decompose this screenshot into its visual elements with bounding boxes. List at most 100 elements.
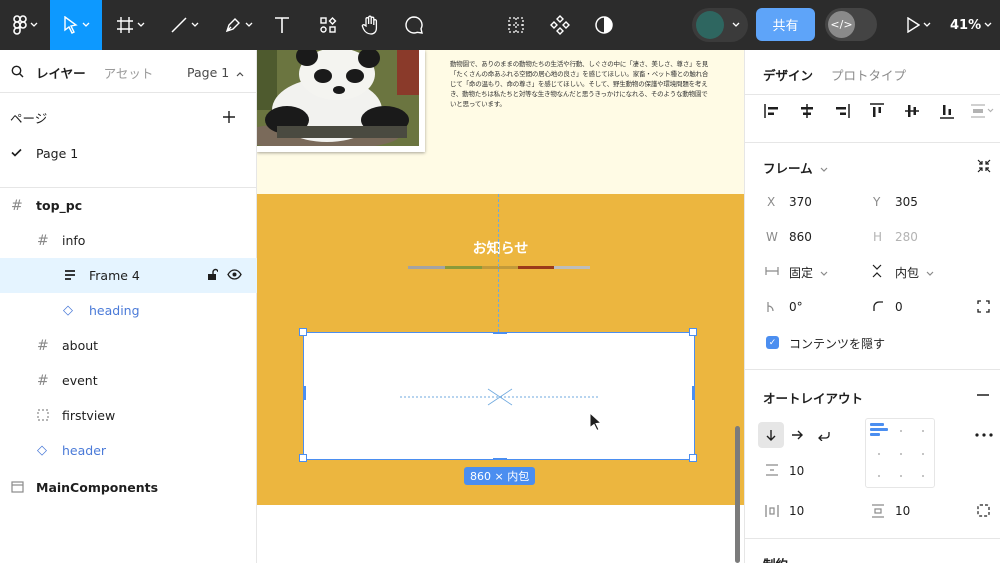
eye-icon[interactable] xyxy=(227,269,242,280)
width-input[interactable]: 860 xyxy=(789,230,812,244)
present-button[interactable] xyxy=(900,0,936,50)
avatar[interactable] xyxy=(696,11,724,39)
crop-frame-button[interactable] xyxy=(504,0,528,50)
divider xyxy=(0,92,257,93)
dev-mode-toggle[interactable]: </> xyxy=(825,8,877,41)
width-mode-select[interactable]: 固定 xyxy=(789,264,828,281)
align-left-icon[interactable] xyxy=(763,102,781,120)
layer-about[interactable]: # about xyxy=(0,328,257,363)
frame-section[interactable]: フレーム xyxy=(763,158,828,177)
align-center-h-icon[interactable] xyxy=(798,102,816,120)
share-button[interactable]: 共有 xyxy=(756,8,815,41)
align-top-icon[interactable] xyxy=(868,102,886,120)
main-menu-button[interactable] xyxy=(4,0,46,50)
canvas[interactable]: 動物園で、ありのままの動物たちの生活や行動、しぐさの中に「凄さ、美しさ、尊さ」を… xyxy=(257,50,744,563)
pages-header: ページ xyxy=(0,108,257,126)
align-bar xyxy=(870,423,884,426)
chevron-down-icon xyxy=(191,22,198,27)
height-mode-select[interactable]: 内包 xyxy=(895,264,934,281)
resize-edge-handle[interactable] xyxy=(493,458,507,460)
resize-edge-handle[interactable] xyxy=(304,386,306,400)
canvas-scrollbar[interactable] xyxy=(735,426,740,563)
grid-dot xyxy=(878,475,880,477)
grid-dot xyxy=(922,453,924,455)
grid-dot xyxy=(922,475,924,477)
chevron-down-icon xyxy=(923,22,930,27)
autolayout-guide xyxy=(400,388,600,406)
x-input[interactable]: 370 xyxy=(789,195,812,209)
mask-button[interactable] xyxy=(592,0,616,50)
chevron-down-icon xyxy=(820,167,828,172)
hand-tool-button[interactable] xyxy=(358,0,382,50)
align-center-v-icon[interactable] xyxy=(903,102,921,120)
distribute-icon[interactable] xyxy=(969,102,995,120)
resize-handle-bottom-left[interactable] xyxy=(299,454,307,462)
move-tool-button[interactable] xyxy=(50,0,102,50)
tab-assets[interactable]: アセット xyxy=(104,63,154,82)
y-input[interactable]: 305 xyxy=(895,195,918,209)
arrow-right-icon xyxy=(792,430,803,440)
align-bar xyxy=(870,433,880,436)
chevron-down-icon[interactable] xyxy=(732,22,740,28)
x-label: X xyxy=(767,195,776,209)
resize-handle-top-right[interactable] xyxy=(689,328,697,336)
wrap-icon xyxy=(817,431,830,441)
unlock-icon[interactable] xyxy=(207,268,218,281)
resources-button[interactable] xyxy=(316,0,340,50)
layer-label: firstview xyxy=(62,408,116,423)
layer-firstview[interactable]: firstview xyxy=(0,398,257,433)
align-bar xyxy=(870,428,888,431)
page-item-current[interactable]: Page 1 xyxy=(0,144,257,162)
independent-corners-icon[interactable] xyxy=(977,300,990,313)
height-input[interactable]: 280 xyxy=(895,230,918,244)
resize-handle-top-left[interactable] xyxy=(299,328,307,336)
frame-4-selection[interactable] xyxy=(303,332,695,460)
individual-padding-icon[interactable] xyxy=(977,504,990,517)
heading-underline-segment xyxy=(482,266,518,269)
direction-wrap-button[interactable] xyxy=(810,422,836,448)
tab-design[interactable]: デザイン xyxy=(763,68,813,83)
gap-input[interactable]: 10 xyxy=(789,464,804,478)
layer-top-pc[interactable]: # top_pc xyxy=(0,188,257,223)
layer-frame-4[interactable]: Frame 4 xyxy=(0,258,257,293)
resize-edge-handle[interactable] xyxy=(493,332,507,334)
layer-heading[interactable]: ◇ heading xyxy=(0,293,257,328)
resize-edge-handle[interactable] xyxy=(692,386,694,400)
component-button[interactable] xyxy=(548,0,572,50)
corner-radius-input[interactable]: 0 xyxy=(895,300,903,314)
tab-prototype[interactable]: プロトタイプ xyxy=(831,68,906,83)
comment-tool-button[interactable] xyxy=(402,0,426,50)
pen-tool-button[interactable] xyxy=(216,0,260,50)
zoom-level: 41% xyxy=(950,17,982,33)
direction-vertical-button[interactable] xyxy=(758,422,784,448)
grid-dot xyxy=(922,430,924,432)
vertical-padding-input[interactable]: 10 xyxy=(895,504,910,518)
direction-horizontal-button[interactable] xyxy=(784,422,810,448)
search-icon[interactable] xyxy=(11,65,24,78)
layer-label: info xyxy=(62,233,86,248)
alignment-grid[interactable] xyxy=(865,418,935,488)
frame-tool-button[interactable] xyxy=(108,0,152,50)
line-tool-button[interactable] xyxy=(162,0,206,50)
align-bottom-icon[interactable] xyxy=(938,102,956,120)
tab-layers[interactable]: レイヤー xyxy=(36,63,86,82)
add-page-icon[interactable] xyxy=(222,110,236,124)
more-options-icon[interactable] xyxy=(975,433,993,437)
pen-icon xyxy=(225,18,240,33)
text-tool-button[interactable] xyxy=(270,0,294,50)
rotation-input[interactable]: 0° xyxy=(789,300,803,314)
layer-main-components[interactable]: MainComponents xyxy=(0,470,257,505)
layer-event[interactable]: # event xyxy=(0,363,257,398)
page-selector[interactable]: Page 1 xyxy=(187,65,244,80)
horizontal-padding-input[interactable]: 10 xyxy=(789,504,804,518)
layer-info[interactable]: # info xyxy=(0,223,257,258)
clip-content-checkbox[interactable]: ✓ xyxy=(766,336,779,349)
section-icon xyxy=(37,409,49,421)
grid-dot xyxy=(900,453,902,455)
zoom-menu[interactable]: 41% xyxy=(950,0,992,50)
layer-header[interactable]: ◇ header xyxy=(0,433,257,468)
remove-autolayout-icon[interactable] xyxy=(977,394,989,396)
resize-handle-bottom-right[interactable] xyxy=(689,454,697,462)
collapse-icon[interactable] xyxy=(977,159,991,173)
align-right-icon[interactable] xyxy=(833,102,851,120)
